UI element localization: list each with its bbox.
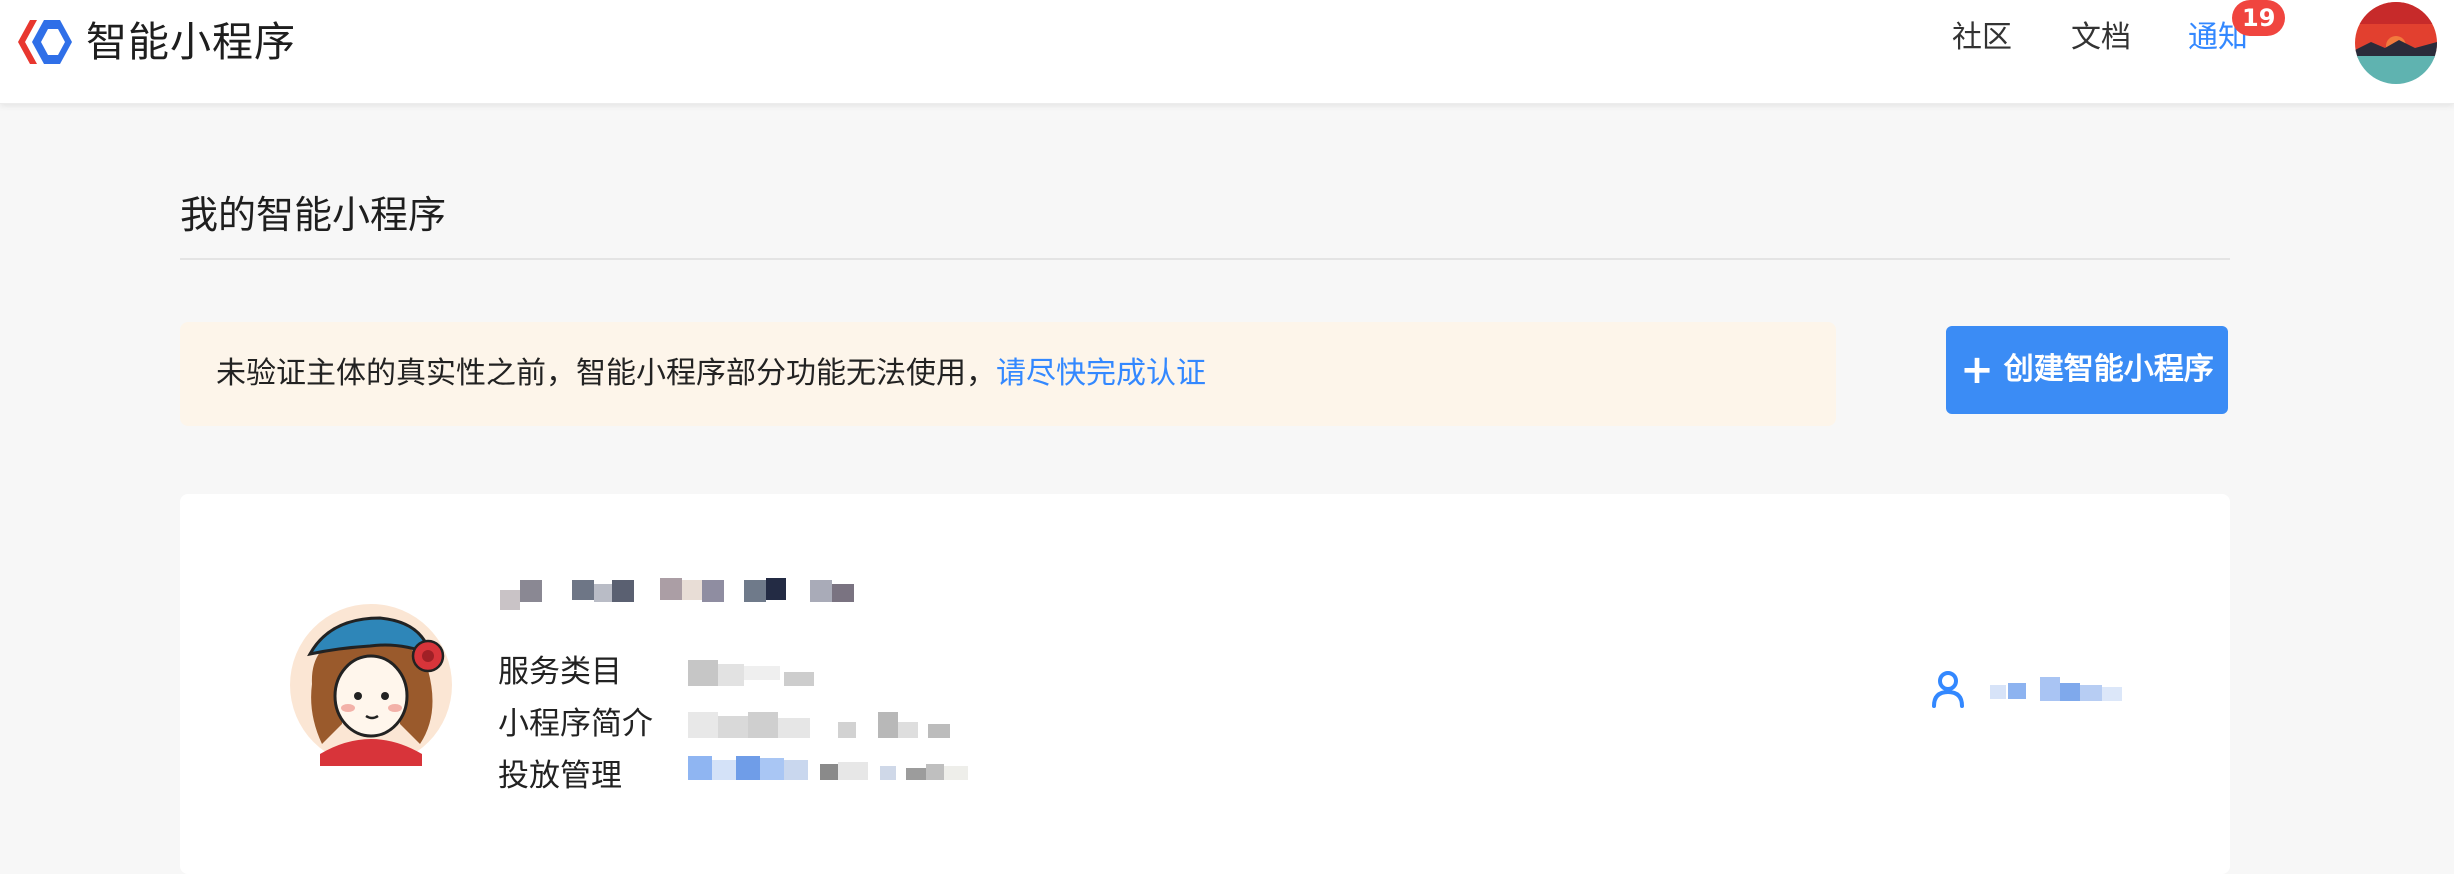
description-value-redacted [688, 712, 958, 738]
verification-warning-banner: 未验证主体的真实性之前，智能小程序部分功能无法使用，请尽快完成认证 [180, 322, 1836, 426]
service-category-label: 服务类目 [498, 654, 622, 690]
create-button-label: 创建智能小程序 [2003, 352, 2214, 387]
nav-docs[interactable]: 文档 [2071, 18, 2131, 58]
owner-name-redacted [1990, 677, 2130, 701]
nav-community[interactable]: 社区 [1952, 18, 2012, 58]
mini-program-card[interactable]: 服务类目 小程序简介 投放管理 [180, 494, 2230, 874]
create-mini-program-button[interactable]: + 创建智能小程序 [1946, 326, 2228, 414]
app-name-redacted [500, 570, 900, 610]
verify-now-link[interactable]: 请尽快完成认证 [996, 356, 1206, 391]
description-label: 小程序简介 [498, 706, 653, 742]
notice-count-badge: 19 [2232, 0, 2286, 36]
warning-text: 未验证主体的真实性之前，智能小程序部分功能无法使用， [216, 356, 996, 391]
top-header: 智能小程序 社区 文档 通知 19 [0, 0, 2454, 104]
manage-label: 投放管理 [498, 758, 622, 794]
title-divider [180, 258, 2230, 260]
service-category-value-redacted [688, 660, 818, 686]
plus-icon: + [1960, 347, 1994, 393]
brand-title[interactable]: 智能小程序 [86, 14, 296, 70]
page-title: 我的智能小程序 [180, 193, 447, 237]
sunset-avatar-icon[interactable] [2355, 2, 2437, 84]
diamond-logo-icon[interactable] [16, 16, 72, 68]
warning-message: 未验证主体的真实性之前，智能小程序部分功能无法使用，请尽快完成认证 [216, 352, 1206, 396]
user-icon [1930, 670, 1966, 708]
girl-avatar-icon [290, 604, 452, 766]
manage-link-redacted[interactable] [688, 756, 1028, 782]
